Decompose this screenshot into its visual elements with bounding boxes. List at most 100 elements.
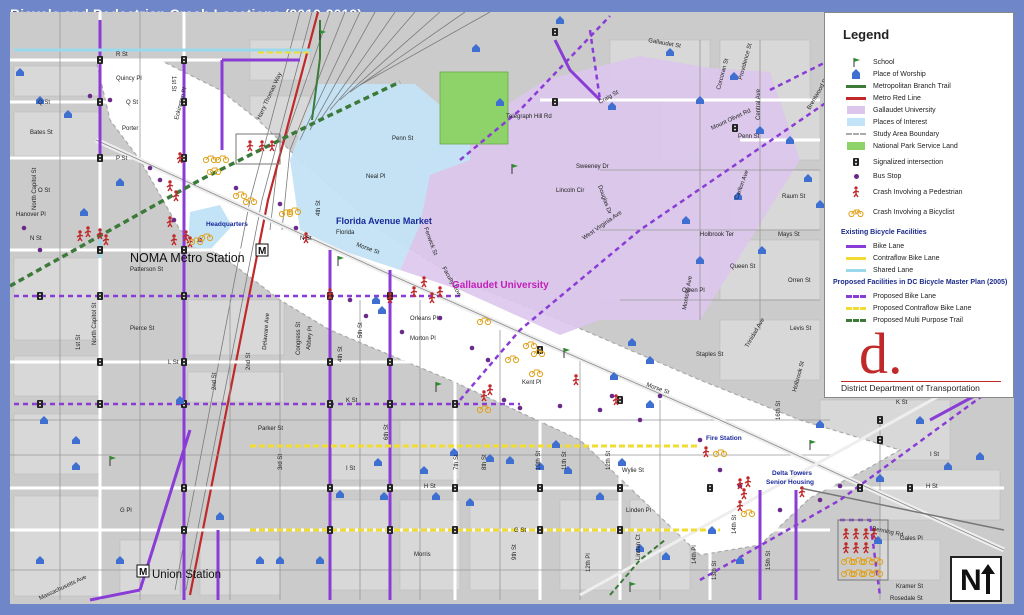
street-label-r: R St — [116, 52, 128, 58]
legend-places-of-interest: Places of Interest — [845, 117, 927, 127]
traffic-signal-icon — [37, 292, 43, 300]
traffic-signal-icon — [732, 124, 738, 132]
legend-title: Legend — [843, 27, 890, 42]
street-label-4th-n: 4th St — [316, 200, 322, 216]
street-label-n: N St — [30, 236, 42, 242]
traffic-signal-icon — [387, 400, 393, 408]
traffic-signal-icon — [387, 526, 393, 534]
street-label-second-2: 2nd St — [212, 372, 218, 390]
legend-label: Bus Stop — [873, 172, 902, 180]
bus-stop-dot-icon — [347, 297, 353, 303]
legend-label: Proposed Bike Lane — [873, 292, 937, 300]
street-label-bates: Bates St — [30, 130, 53, 136]
street-label-congress: Congress St — [296, 322, 302, 355]
traffic-signal-icon — [537, 484, 543, 492]
trail-line-icon — [846, 84, 866, 88]
ddot-logo: d. District Department of Transportation — [841, 325, 1001, 393]
street-label-lincoln: Lincoln Cir — [556, 188, 584, 194]
street-label-wylie: Wylie St — [622, 468, 644, 474]
street-label-sweeney: Sweeney Dr — [576, 164, 609, 170]
street-label-k: K St — [346, 398, 358, 404]
traffic-signal-icon — [907, 484, 913, 492]
bike-lane-line-icon — [846, 244, 866, 248]
street-label-eighth: 8th St — [482, 454, 488, 470]
proposed-bike-lane-icon — [846, 294, 866, 298]
bus-stop-dot-icon — [469, 345, 475, 351]
traffic-signal-icon — [181, 526, 187, 534]
metro-icon-letter: M — [258, 246, 266, 257]
traffic-signal-icon — [327, 526, 333, 534]
bus-stop-dot-icon — [37, 247, 43, 253]
street-label-hanover: Hanover Pl — [16, 212, 46, 218]
street-label-second: 2nd St — [246, 352, 252, 370]
red-line-icon — [846, 96, 866, 100]
legend-label: Signalized intersection — [873, 158, 944, 166]
street-label-kramer: Kramer St — [896, 584, 923, 590]
street-label-central: Central Ave — [756, 88, 762, 120]
legend-label: Shared Lane — [873, 266, 914, 274]
bus-stop-dot-icon — [277, 201, 283, 207]
street-label-raum: Raum St — [782, 194, 806, 200]
street-label-sixth: 6th St — [384, 424, 390, 440]
bus-stop-dot-icon — [147, 165, 153, 171]
metro-station-icon-noma[interactable]: M — [255, 243, 269, 257]
street-label-first-north: 1st St — [170, 76, 176, 92]
street-label-third: 3rd St — [278, 454, 284, 470]
national-park-service-land — [439, 71, 509, 145]
traffic-signal-icon — [707, 484, 713, 492]
contraflow-line-icon — [846, 256, 866, 260]
street-label-14th-pl: 14th Pl — [692, 545, 698, 564]
legend-proposed-heading: Proposed Facilities in DC Bicycle Master… — [833, 279, 1008, 286]
street-label-first: 1st St — [76, 334, 82, 350]
bus-stop-dot-icon — [293, 225, 299, 231]
street-label-staples: Staples St — [696, 352, 724, 358]
bus-stop-dot-icon — [157, 177, 163, 183]
street-label-linden: Linden Pl — [626, 508, 651, 514]
street-label-n-east: N St — [300, 236, 312, 242]
street-label-gales: Gales Pl — [900, 536, 923, 542]
legend-label: Contraflow Bike Lane — [873, 254, 940, 262]
bus-stop-dot-icon — [837, 483, 843, 489]
bus-stop-dot-icon — [817, 497, 823, 503]
traffic-signal-icon — [387, 358, 393, 366]
street-label-twelfth: 12th St — [606, 451, 612, 470]
street-label-tenth: 10th St — [536, 451, 542, 470]
legend-proposed-contraflow: Proposed Contraflow Bike Lane — [845, 303, 971, 313]
traffic-signal-icon — [327, 358, 333, 366]
street-label-porter: Porter — [122, 126, 138, 132]
school-flag-icon — [845, 57, 867, 67]
street-label-morris: Morris — [414, 552, 431, 558]
traffic-signal-icon — [877, 436, 883, 444]
street-label-kent: Kent Pl — [522, 380, 541, 386]
legend-bike-lane: Bike Lane — [845, 241, 904, 251]
bus-stop-dot-icon — [87, 93, 93, 99]
traffic-signal-icon — [37, 400, 43, 408]
street-label-ninth: 9th St — [512, 544, 518, 560]
label-noma-metro-station: NOMA Metro Station — [130, 251, 245, 265]
label-florida-avenue-market: Florida Avenue Market — [336, 216, 432, 226]
street-label-thirteenth: 13th St — [712, 561, 718, 580]
legend-school: School — [845, 57, 894, 67]
gallaudet-swatch-icon — [847, 106, 865, 114]
street-label-patterson: Patterson St — [130, 267, 163, 273]
traffic-signal-icon — [181, 484, 187, 492]
street-label-mays: Mays St — [778, 232, 800, 238]
traffic-signal-icon — [97, 400, 103, 408]
boundary-dash-icon — [846, 133, 866, 135]
metro-station-icon-union[interactable]: M — [136, 564, 150, 578]
shared-lane-line-icon — [846, 268, 866, 272]
traffic-signal-icon — [97, 358, 103, 366]
street-label-morton: Morton Pl — [410, 336, 436, 342]
street-label-neal: Neal Pl — [366, 174, 385, 180]
legend-label: Gallaudet University — [873, 106, 936, 114]
legend-label: Proposed Contraflow Bike Lane — [873, 304, 972, 312]
legend-metropolitan-branch-trail: Metropolitan Branch Trail — [845, 81, 951, 91]
traffic-signal-icon — [452, 526, 458, 534]
legend-label: Place of Worship — [873, 70, 926, 78]
traffic-signal-icon — [97, 98, 103, 106]
street-label-queen: Queen St — [730, 264, 756, 270]
legend-pedestrian-crash: Crash Involving a Pedestrian — [845, 186, 963, 198]
street-label-l: L St — [168, 360, 179, 366]
bus-stop-dot-icon — [557, 403, 563, 409]
legend-bicycle-crash: Crash Involving a Bicyclist — [845, 207, 954, 217]
